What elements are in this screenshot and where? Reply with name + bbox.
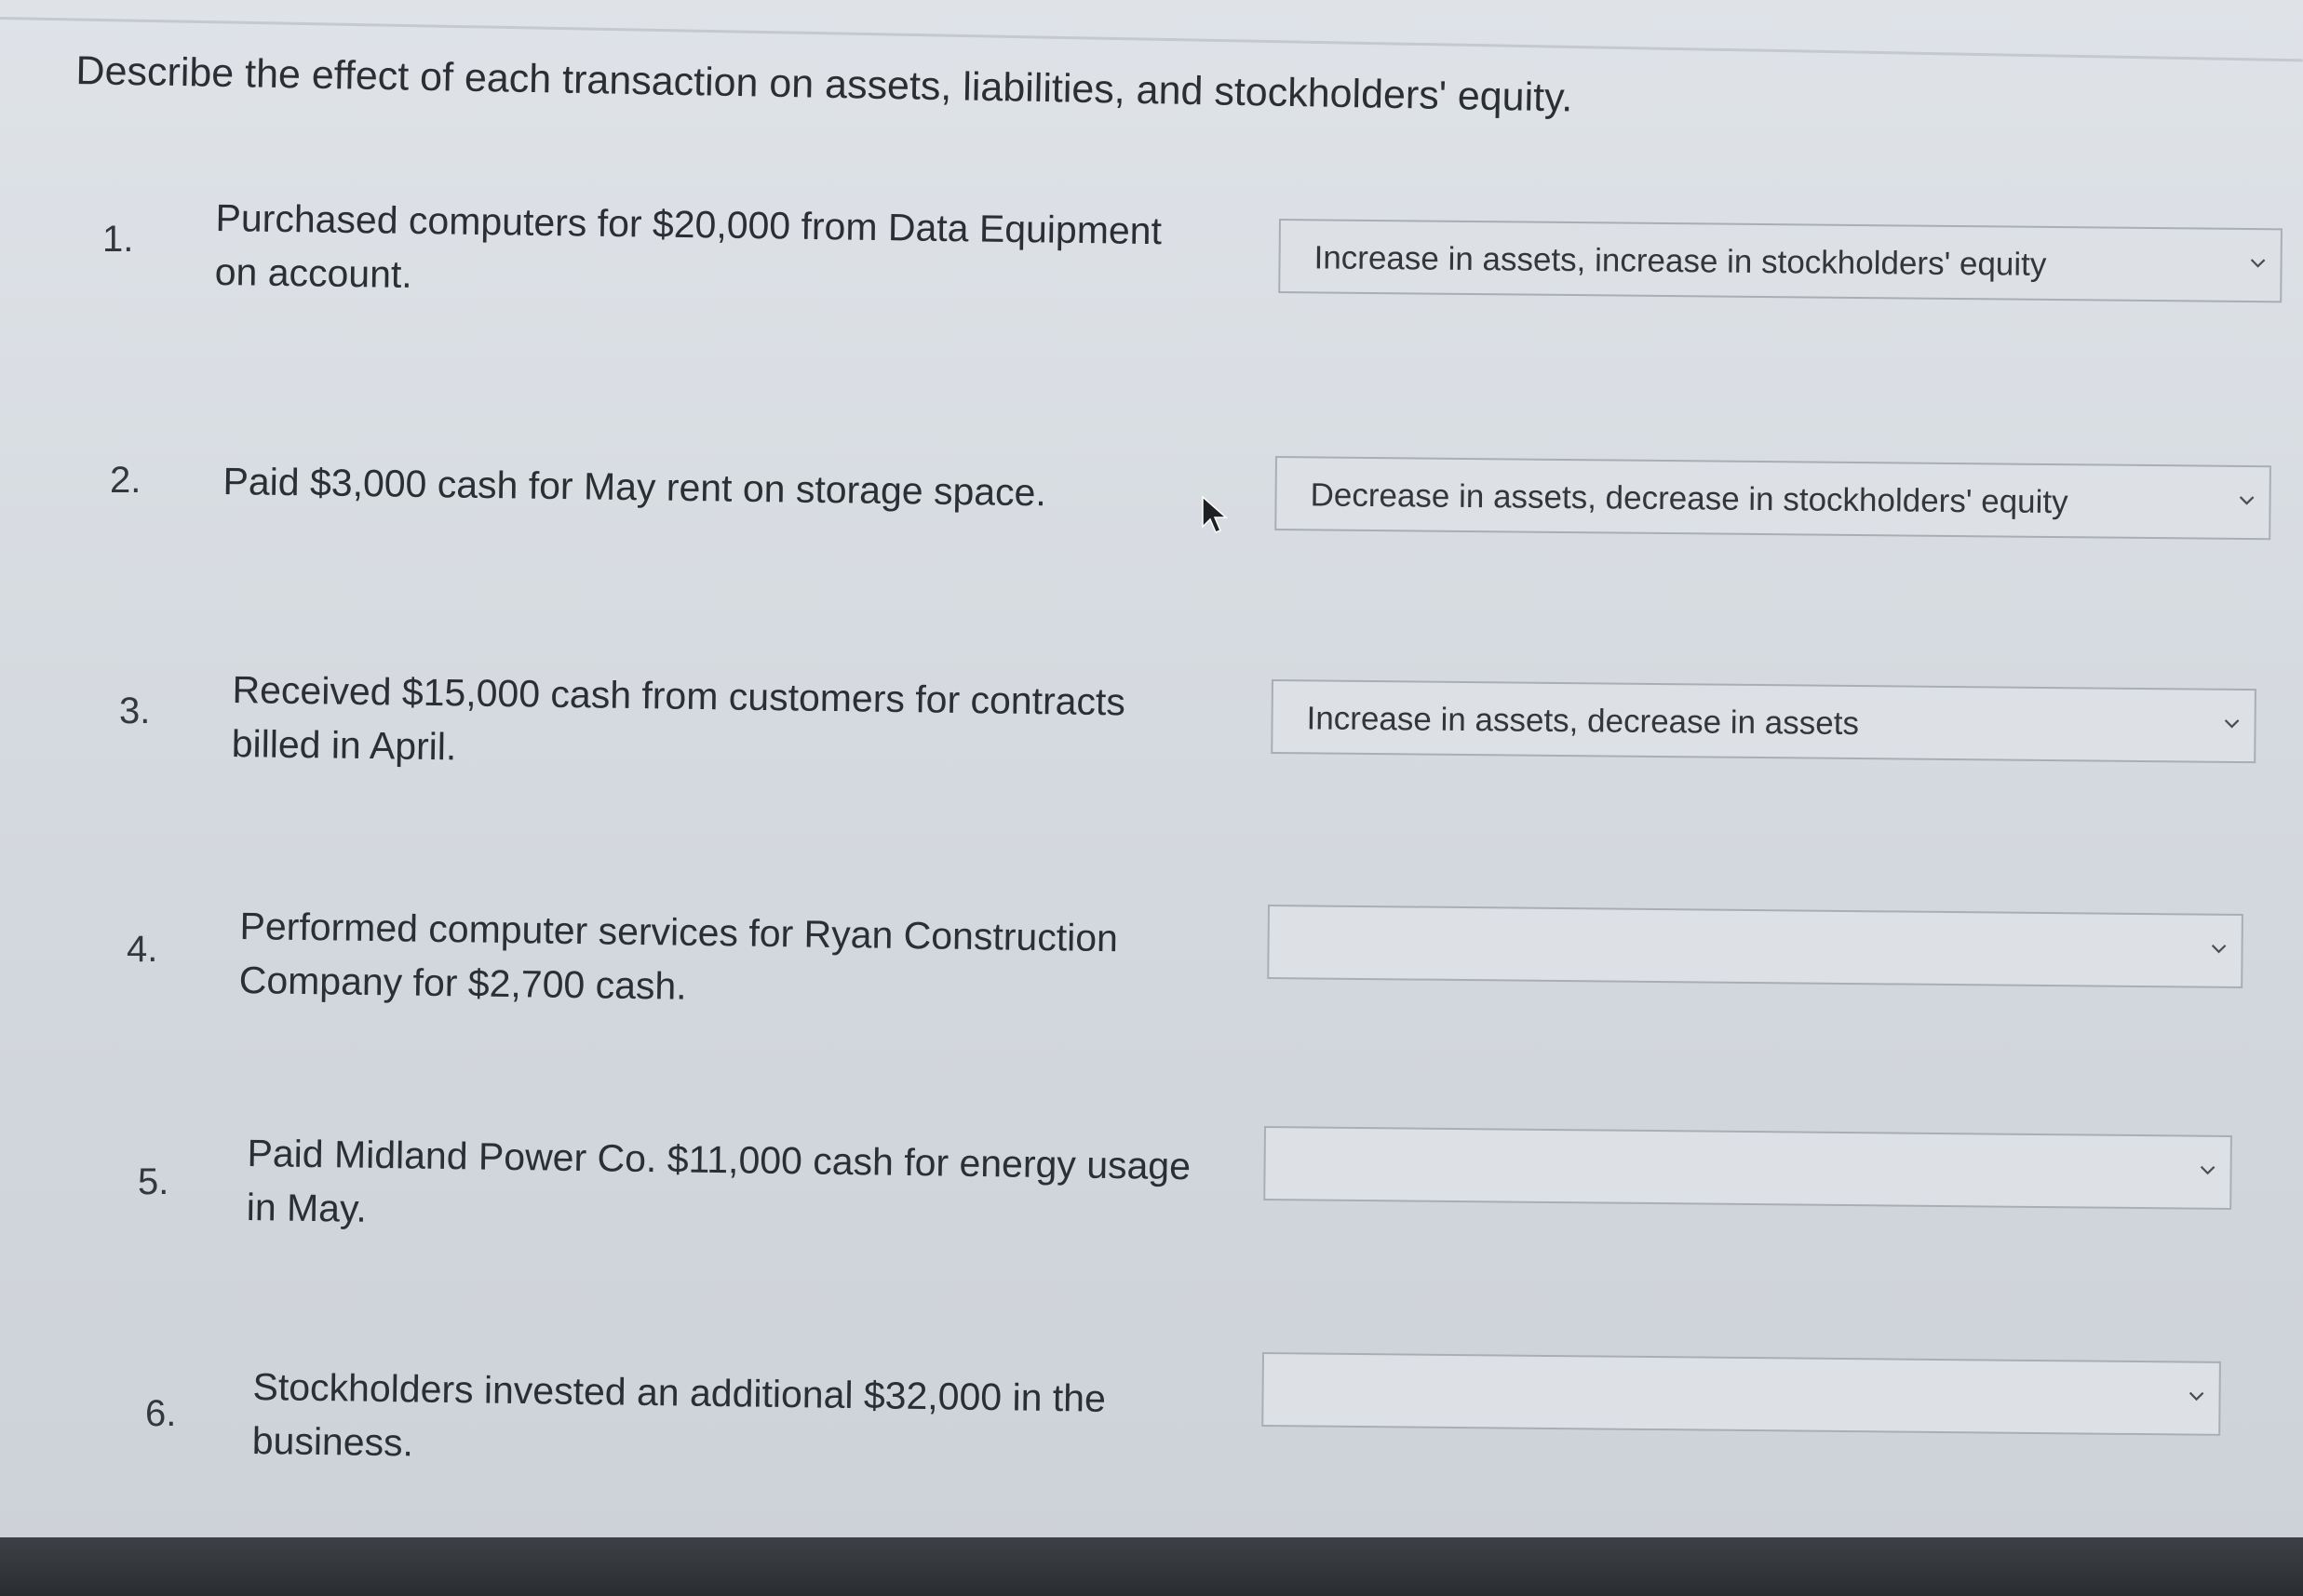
mouse-cursor-icon (1202, 495, 1228, 533)
transaction-description: Purchased computers for $20,000 from Dat… (214, 191, 1203, 313)
transaction-row-6: 6. Stockholders invested an additional $… (0, 1345, 2303, 1484)
transaction-row-3: 3. Received $15,000 cash from customers … (0, 661, 2303, 800)
transaction-description: Paid Midland Power Co. $11,000 cash for … (246, 1126, 1234, 1248)
row-number: 5. (138, 1161, 169, 1202)
screen: Describe the effect of each transaction … (0, 0, 2303, 1596)
chevron-down-icon (2239, 496, 2255, 505)
effect-dropdown-2[interactable]: Decrease in assets, decrease in stockhol… (1274, 456, 2271, 541)
chevron-down-icon (2224, 719, 2240, 729)
row-number: 6. (145, 1393, 177, 1434)
row-number: 3. (119, 691, 151, 731)
row-number: 4. (127, 929, 158, 970)
transaction-description: Performed computer services for Ryan Con… (238, 899, 1227, 1021)
row-number: 1. (102, 219, 134, 260)
effect-dropdown-6[interactable] (1261, 1352, 2221, 1436)
chevron-down-icon (2200, 1165, 2215, 1175)
chevron-down-icon (2189, 1391, 2204, 1402)
effect-dropdown-1[interactable]: Increase in assets, increase in stockhol… (1278, 219, 2283, 303)
bottom-bezel (0, 1537, 2303, 1596)
transaction-row-5: 5. Paid Midland Power Co. $11,000 cash f… (0, 1117, 2303, 1256)
transaction-description: Paid $3,000 cash for May rent on storage… (222, 454, 1210, 522)
dropdown-selected-value: Decrease in assets, decrease in stockhol… (1310, 476, 2068, 521)
chevron-down-icon (2211, 944, 2227, 954)
effect-dropdown-4[interactable] (1267, 905, 2243, 989)
transaction-row-4: 4. Performed computer services for Ryan … (0, 893, 2303, 1033)
question-instruction: Describe the effect of each transaction … (75, 48, 1573, 121)
dropdown-selected-value: Increase in assets, increase in stockhol… (1313, 239, 2047, 283)
transaction-row-1: 1. Purchased computers for $20,000 from … (0, 191, 2303, 330)
chevron-down-icon (2250, 259, 2266, 268)
effect-dropdown-5[interactable] (1263, 1126, 2232, 1210)
transaction-description: Received $15,000 cash from customers for… (231, 663, 1219, 785)
effect-dropdown-3[interactable]: Increase in assets, decrease in assets (1271, 679, 2256, 764)
description-line: Paid $3,000 cash for May rent on storage… (222, 459, 1047, 515)
row-number: 2. (110, 460, 141, 501)
transaction-description: Stockholders invested an additional $32,… (251, 1360, 1240, 1482)
dropdown-selected-value: Increase in assets, decrease in assets (1306, 700, 1860, 743)
transaction-row-2: 2. Paid $3,000 cash for May rent on stor… (0, 456, 2303, 596)
